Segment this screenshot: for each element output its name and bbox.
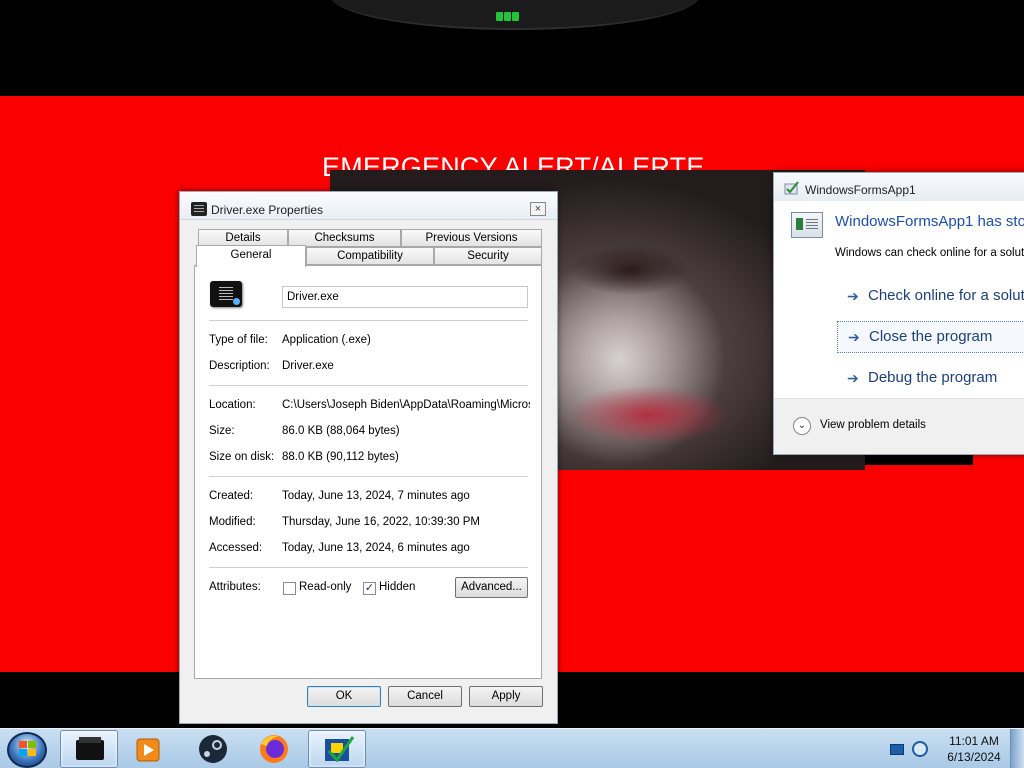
tab-previous-versions[interactable]: Previous Versions	[401, 229, 542, 247]
taskbar: 11:01 AM 6/13/2024	[0, 728, 1024, 768]
location-value[interactable]: C:\Users\Joseph Biden\AppData\Roaming\Mi…	[282, 399, 530, 411]
type-label: Type of file:	[209, 334, 268, 346]
close-program-label: Close the program	[869, 328, 993, 345]
crash-titlebar[interactable]: WindowsFormsApp1	[774, 173, 1024, 201]
accessed-value: Today, June 13, 2024, 6 minutes ago	[282, 542, 470, 554]
crash-footer: ⌄ View problem details	[774, 398, 1024, 454]
properties-title: Driver.exe Properties	[211, 203, 324, 217]
start-button[interactable]	[3, 730, 55, 768]
created-value: Today, June 13, 2024, 7 minutes ago	[282, 490, 470, 502]
debug-program-label: Debug the program	[868, 369, 998, 386]
taskbar-firefox[interactable]	[245, 730, 303, 768]
crash-subtext: Windows can check online for a solution …	[835, 247, 1024, 259]
crash-headline: WindowsFormsApp1 has stopped working	[835, 213, 1024, 230]
properties-dialog: Driver.exe Properties × Details Checksum…	[179, 191, 558, 724]
description-label: Description:	[209, 360, 270, 372]
chevron-down-icon[interactable]: ⌄	[793, 417, 811, 435]
debug-program-option[interactable]: ➔ Debug the program	[837, 363, 1024, 395]
arrow-icon: ➔	[847, 370, 859, 386]
close-icon[interactable]: ×	[530, 202, 546, 216]
app-crash-dialog: WindowsFormsApp1 WindowsFormsApp1 has st…	[773, 172, 1024, 455]
program-window-icon	[791, 212, 823, 238]
ok-button[interactable]: OK	[307, 686, 381, 707]
hidden-checkbox[interactable]: ✓	[363, 582, 376, 595]
top-black-band	[0, 0, 1024, 96]
media-player-icon	[136, 738, 160, 762]
gear-icon	[233, 298, 240, 305]
checklist-app-icon	[325, 736, 355, 763]
file-name-field[interactable]: Driver.exe	[282, 286, 528, 308]
view-problem-details-link[interactable]: View problem details	[820, 419, 926, 431]
tab-general[interactable]: General	[196, 245, 306, 267]
arrow-icon: ➔	[848, 329, 860, 345]
hidden-label[interactable]: Hidden	[379, 581, 415, 593]
size-on-disk-value: 88.0 KB (90,112 bytes)	[282, 451, 399, 463]
divider	[209, 476, 528, 477]
properties-tabs: Details Checksums Previous Versions Gene…	[196, 229, 542, 267]
apply-button[interactable]: Apply	[469, 686, 543, 707]
network-icon[interactable]	[890, 744, 904, 755]
divider	[209, 567, 528, 568]
close-program-option[interactable]: ➔ Close the program	[837, 321, 1024, 353]
program-icon	[210, 281, 242, 307]
check-online-label: Check online for a solution and close th…	[868, 287, 1024, 304]
properties-titlebar[interactable]: Driver.exe Properties ×	[180, 192, 557, 220]
taskbar-media-player[interactable]	[120, 730, 178, 768]
app-icon	[784, 181, 799, 195]
arrow-icon: ➔	[847, 288, 859, 304]
crash-title: WindowsFormsApp1	[805, 183, 916, 197]
readonly-checkbox[interactable]	[283, 582, 296, 595]
taskbar-black-window[interactable]	[60, 730, 118, 768]
attributes-label: Attributes:	[209, 581, 261, 593]
clock-date[interactable]: 6/13/2024	[944, 750, 1004, 764]
description-value: Driver.exe	[282, 360, 334, 372]
show-desktop-button[interactable]	[1010, 729, 1024, 768]
black-strip	[865, 455, 973, 465]
windows-logo-icon	[19, 741, 37, 757]
status-led	[496, 6, 528, 21]
advanced-button[interactable]: Advanced...	[455, 577, 528, 598]
created-label: Created:	[209, 490, 254, 502]
exe-icon	[191, 202, 207, 216]
divider	[209, 385, 528, 386]
tab-compatibility[interactable]: Compatibility	[306, 247, 434, 265]
desktop-screen: EMERGENCY ALERT/ALERTE Driver.exe Proper…	[0, 0, 1024, 768]
tab-security[interactable]: Security	[434, 247, 542, 265]
taskbar-checklist-app[interactable]	[308, 730, 366, 768]
taskbar-steam[interactable]	[184, 730, 242, 768]
modified-value: Thursday, June 16, 2022, 10:39:30 PM	[282, 516, 480, 528]
cancel-button[interactable]: Cancel	[388, 686, 462, 707]
window-icon	[76, 737, 104, 760]
size-value: 86.0 KB (88,064 bytes)	[282, 425, 400, 437]
steam-icon	[199, 735, 227, 763]
type-value: Application (.exe)	[282, 334, 371, 346]
volume-icon[interactable]	[912, 741, 928, 757]
readonly-label[interactable]: Read-only	[299, 581, 351, 593]
check-online-option[interactable]: ➔ Check online for a solution and close …	[837, 281, 1024, 313]
general-tab-panel: Driver.exe Type of file: Application (.e…	[194, 265, 542, 679]
location-label: Location:	[209, 399, 256, 411]
size-on-disk-label: Size on disk:	[209, 451, 275, 463]
size-label: Size:	[209, 425, 235, 437]
modified-label: Modified:	[209, 516, 256, 528]
firefox-icon	[260, 735, 288, 763]
accessed-label: Accessed:	[209, 542, 263, 554]
divider	[209, 320, 528, 321]
clock-time[interactable]: 11:01 AM	[944, 734, 1004, 748]
system-tray: 11:01 AM 6/13/2024	[884, 729, 1024, 768]
